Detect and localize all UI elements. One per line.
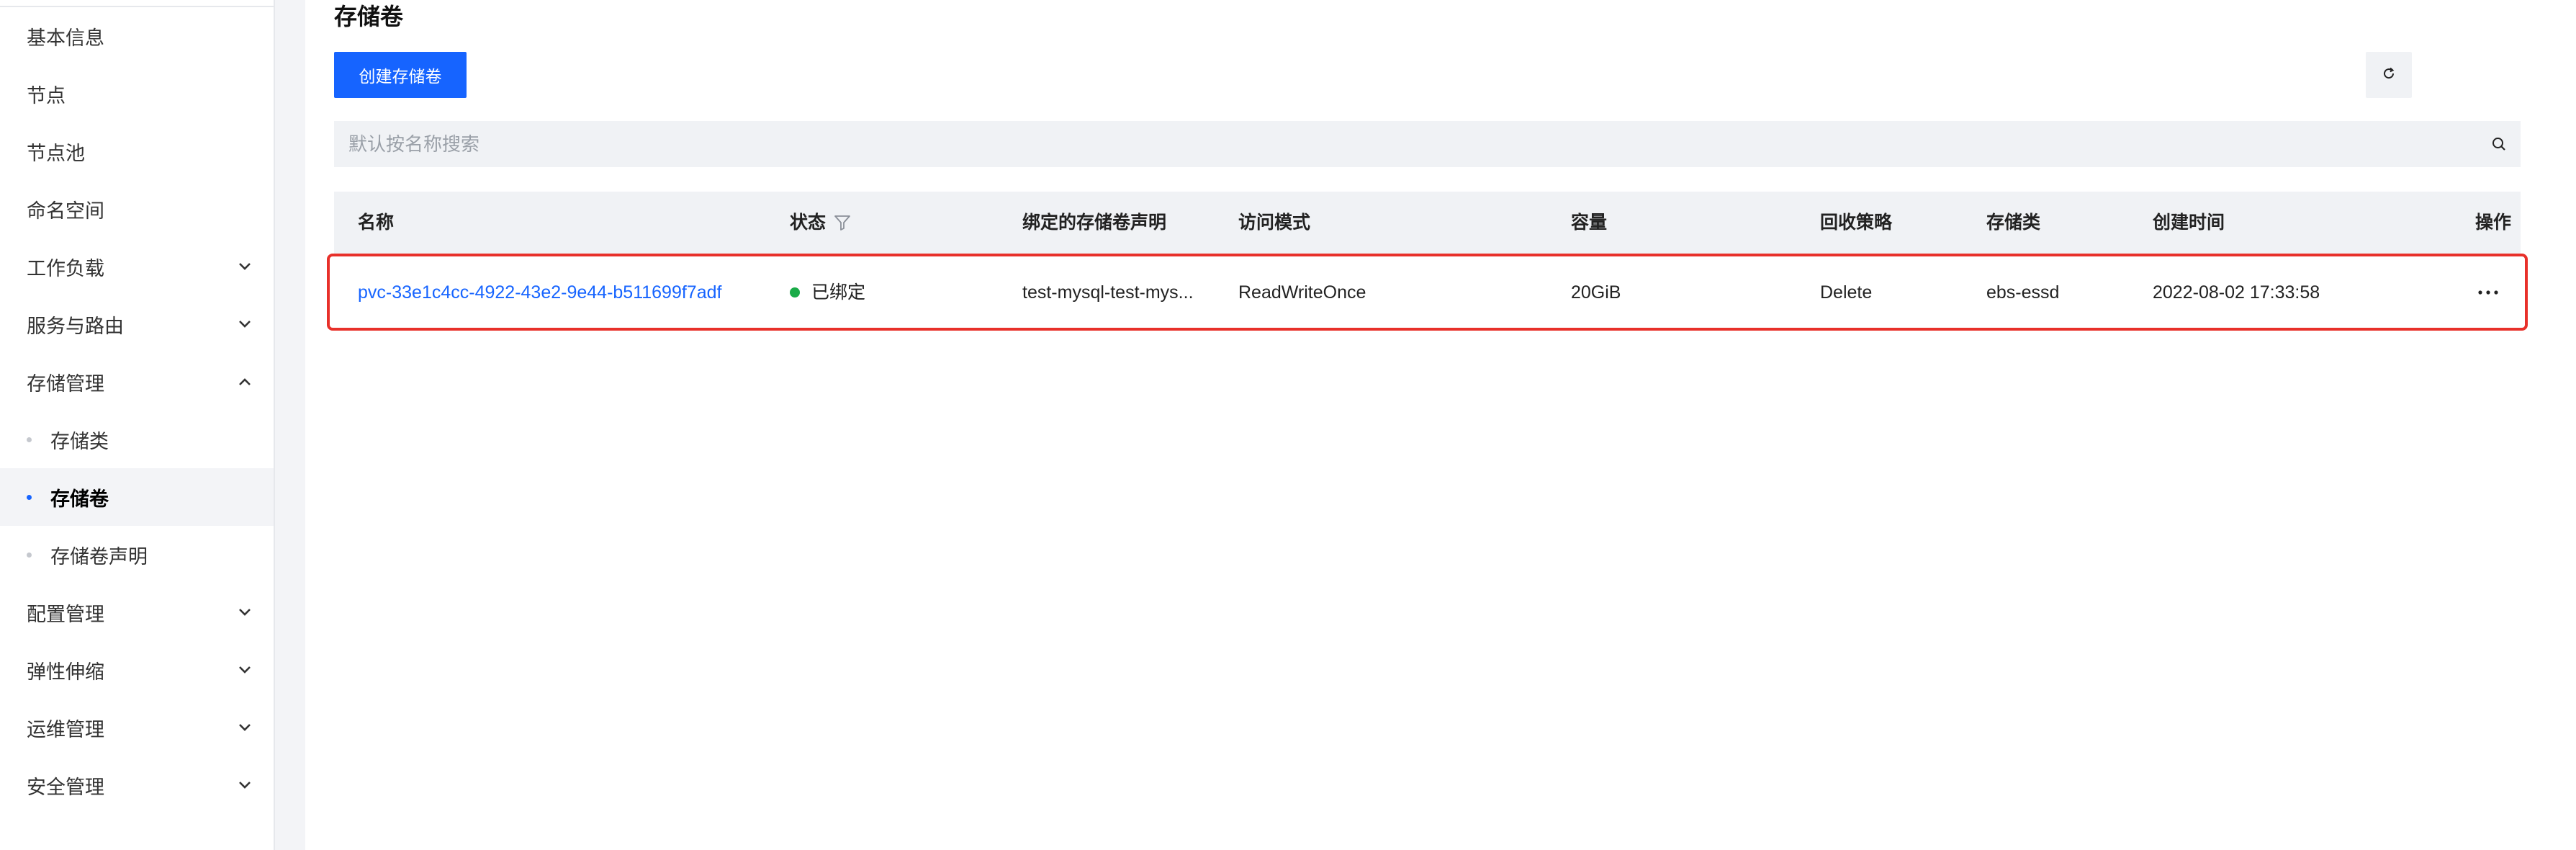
chevron-down-icon bbox=[230, 713, 259, 742]
chevron-up-icon bbox=[230, 367, 259, 396]
sidebar-item-namespaces[interactable]: 命名空间 bbox=[0, 180, 274, 238]
bullet-icon bbox=[27, 437, 32, 442]
search-bar bbox=[334, 120, 2521, 168]
sidebar-item-label: 存储卷声明 bbox=[50, 545, 148, 568]
main-panel: 存储卷 创建存储卷 名称 状态 绑定的存储卷声明 访问模式 容量 回收策略 存储… bbox=[305, 0, 2576, 850]
sidebar-item-label: 存储管理 bbox=[27, 372, 104, 395]
column-header-reclaim-policy: 回收策略 bbox=[1820, 212, 1893, 233]
chevron-down-icon bbox=[230, 252, 259, 281]
status-cell: 已绑定 bbox=[790, 256, 865, 328]
bullet-icon bbox=[27, 552, 32, 558]
refresh-button[interactable] bbox=[2366, 52, 2412, 98]
chevron-down-icon bbox=[230, 656, 259, 684]
column-header-actions: 操作 bbox=[2475, 212, 2512, 233]
sidebar-item-storage-classes[interactable]: 存储类 bbox=[0, 411, 274, 468]
sidebar-item-label: 节点池 bbox=[27, 142, 85, 164]
created-time-cell: 2022-08-02 17:33:58 bbox=[2153, 282, 2320, 303]
claim-cell: test-mysql-test-mys... bbox=[1022, 282, 1194, 303]
sidebar-item-storage[interactable]: 存储管理 bbox=[0, 353, 274, 411]
filter-icon[interactable] bbox=[833, 213, 852, 232]
column-header-access-mode: 访问模式 bbox=[1238, 212, 1311, 233]
volume-name-cell: pvc-33e1c4cc-4922-43e2-9e44-b511699f7adf bbox=[358, 256, 721, 328]
table-row: pvc-33e1c4cc-4922-43e2-9e44-b511699f7adf… bbox=[327, 254, 2528, 331]
sidebar-item-autoscaling[interactable]: 弹性伸缩 bbox=[0, 641, 274, 699]
search-input[interactable] bbox=[334, 120, 2477, 168]
sidebar-item-label: 基本信息 bbox=[27, 27, 104, 49]
sidebar-item-ops[interactable]: 运维管理 bbox=[0, 699, 274, 756]
access-mode-cell: ReadWriteOnce bbox=[1238, 282, 1366, 303]
reclaim-policy-cell: Delete bbox=[1820, 282, 1873, 303]
chevron-down-icon bbox=[230, 771, 259, 800]
actions-cell bbox=[2474, 256, 2503, 328]
column-header-name: 名称 bbox=[358, 212, 395, 233]
sidebar-item-label: 节点 bbox=[27, 84, 66, 107]
sidebar: 基本信息 节点 节点池 命名空间 工作负载 服务与路由 存储管理 存储类 存储卷… bbox=[0, 0, 275, 850]
column-header-label: 状态 bbox=[790, 212, 827, 233]
column-header-claim: 绑定的存储卷声明 bbox=[1022, 212, 1167, 233]
sidebar-item-label: 安全管理 bbox=[27, 776, 104, 798]
storage-class-cell: ebs-essd bbox=[1986, 282, 2060, 303]
sidebar-item-services-routes[interactable]: 服务与路由 bbox=[0, 295, 274, 353]
sidebar-item-label: 运维管理 bbox=[27, 718, 104, 741]
sidebar-item-label: 存储卷 bbox=[50, 488, 109, 510]
column-header-created: 创建时间 bbox=[2153, 212, 2225, 233]
column-header-capacity: 容量 bbox=[1571, 212, 1608, 233]
sidebar-item-label: 弹性伸缩 bbox=[27, 661, 104, 683]
chevron-down-icon bbox=[230, 310, 259, 339]
sidebar-item-config[interactable]: 配置管理 bbox=[0, 583, 274, 641]
page-title: 存储卷 bbox=[334, 4, 404, 30]
sidebar-item-persistent-volumes[interactable]: 存储卷 bbox=[0, 468, 274, 526]
bullet-icon bbox=[27, 495, 32, 500]
status-dot-icon bbox=[790, 287, 800, 298]
sidebar-item-nodes[interactable]: 节点 bbox=[0, 65, 274, 122]
create-volume-button[interactable]: 创建存储卷 bbox=[334, 52, 467, 98]
sidebar-item-volume-claims[interactable]: 存储卷声明 bbox=[0, 526, 274, 583]
column-header-status[interactable]: 状态 bbox=[790, 192, 852, 254]
capacity-cell: 20GiB bbox=[1571, 282, 1621, 303]
search-icon[interactable] bbox=[2477, 121, 2521, 167]
sidebar-item-label: 命名空间 bbox=[27, 200, 104, 222]
more-icon[interactable] bbox=[2474, 278, 2503, 307]
sidebar-item-label: 工作负载 bbox=[27, 257, 104, 279]
sidebar-item-workloads[interactable]: 工作负载 bbox=[0, 238, 274, 295]
column-header-storage-class: 存储类 bbox=[1986, 212, 2041, 233]
chevron-down-icon bbox=[230, 598, 259, 627]
sidebar-item-security[interactable]: 安全管理 bbox=[0, 756, 274, 814]
status-badge: 已绑定 bbox=[811, 282, 866, 303]
refresh-icon bbox=[2382, 66, 2396, 84]
table-header: 名称 状态 绑定的存储卷声明 访问模式 容量 回收策略 存储类 创建时间 操作 bbox=[334, 192, 2521, 254]
sidebar-item-label: 存储类 bbox=[50, 430, 109, 452]
sidebar-item-basic-info[interactable]: 基本信息 bbox=[0, 7, 274, 65]
sidebar-item-label: 配置管理 bbox=[27, 603, 104, 625]
volume-name-link[interactable]: pvc-33e1c4cc-4922-43e2-9e44-b511699f7adf bbox=[358, 256, 721, 328]
sidebar-item-node-pools[interactable]: 节点池 bbox=[0, 122, 274, 180]
sidebar-item-label: 服务与路由 bbox=[27, 315, 124, 337]
